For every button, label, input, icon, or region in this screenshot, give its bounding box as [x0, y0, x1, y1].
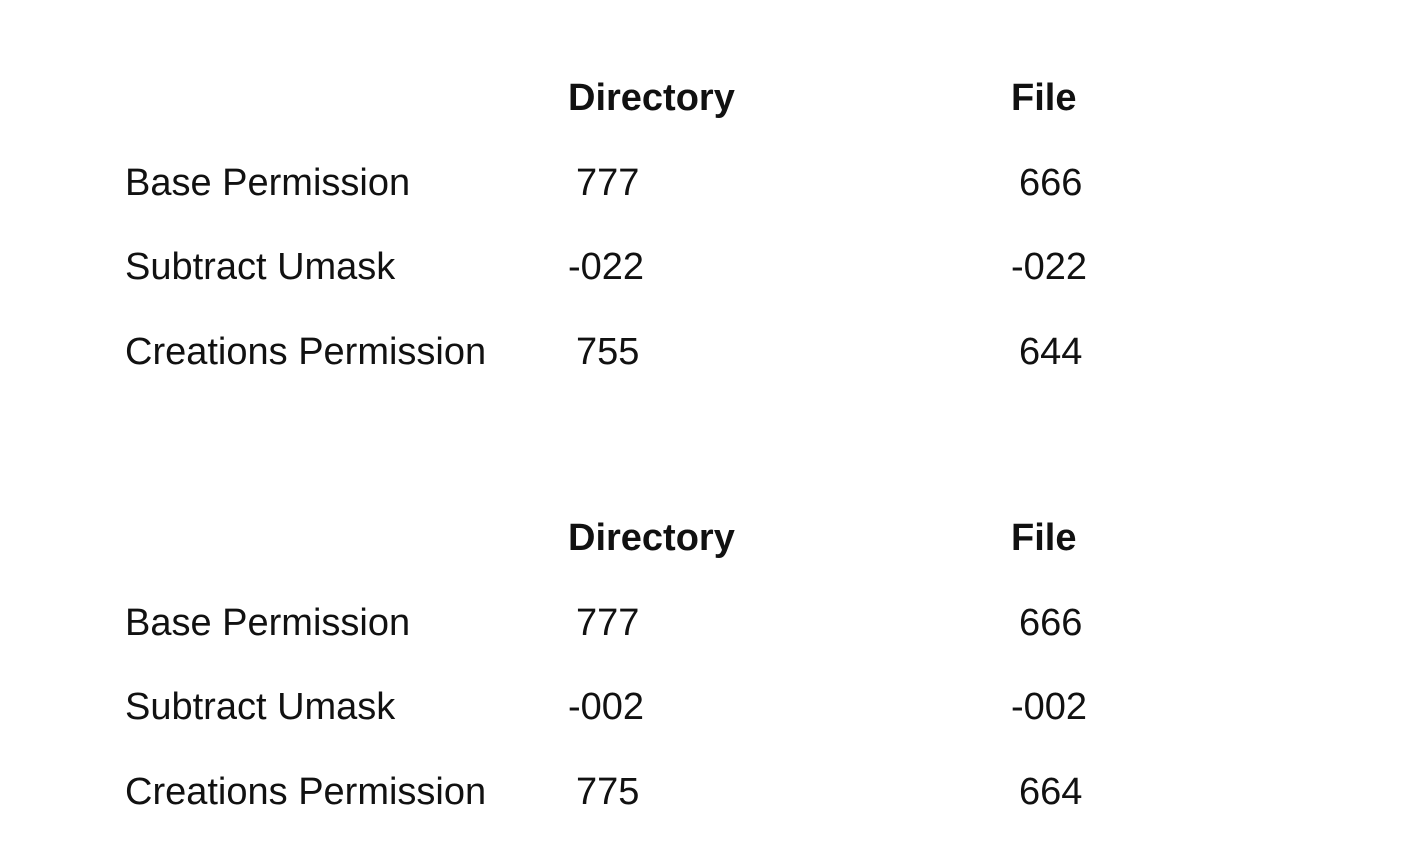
- file-value: 644: [1019, 330, 1083, 373]
- table-row-creations-permission: Creations Permission 775 664: [125, 768, 1225, 853]
- table-header-row: Directory File: [125, 74, 1225, 159]
- row-label: Base Permission: [125, 601, 411, 644]
- file-value: 666: [1019, 601, 1083, 644]
- row-label: Subtract Umask: [125, 246, 396, 288]
- directory-value: 777: [576, 161, 640, 204]
- directory-header: Directory: [568, 77, 735, 119]
- table-row-base-permission: Base Permission 777 666: [125, 599, 1225, 684]
- directory-value: 777: [576, 601, 640, 644]
- file-header: File: [1011, 517, 1077, 559]
- file-header: File: [1011, 77, 1077, 119]
- table-row-subtract-umask: Subtract Umask -022 -022: [125, 243, 1225, 328]
- row-label: Base Permission: [125, 161, 411, 204]
- file-value: 666: [1019, 161, 1083, 204]
- table-header-row: Directory File: [125, 514, 1225, 599]
- permission-table-1: Directory File Base Permission 777 666 S…: [125, 74, 1225, 412]
- row-label: Subtract Umask: [125, 686, 396, 728]
- permission-table-2: Directory File Base Permission 777 666 S…: [125, 514, 1225, 852]
- file-value: 664: [1019, 770, 1083, 813]
- file-value: -002: [1011, 686, 1088, 728]
- table-row-subtract-umask: Subtract Umask -002 -002: [125, 683, 1225, 768]
- table-row-creations-permission: Creations Permission 755 644: [125, 328, 1225, 413]
- file-value: -022: [1011, 246, 1088, 288]
- directory-value: 755: [576, 330, 640, 373]
- row-label: Creations Permission: [125, 330, 487, 373]
- row-label: Creations Permission: [125, 770, 487, 813]
- directory-value: -022: [568, 246, 645, 288]
- directory-value: -002: [568, 686, 645, 728]
- directory-value: 775: [576, 770, 640, 813]
- table-row-base-permission: Base Permission 777 666: [125, 159, 1225, 244]
- directory-header: Directory: [568, 517, 735, 559]
